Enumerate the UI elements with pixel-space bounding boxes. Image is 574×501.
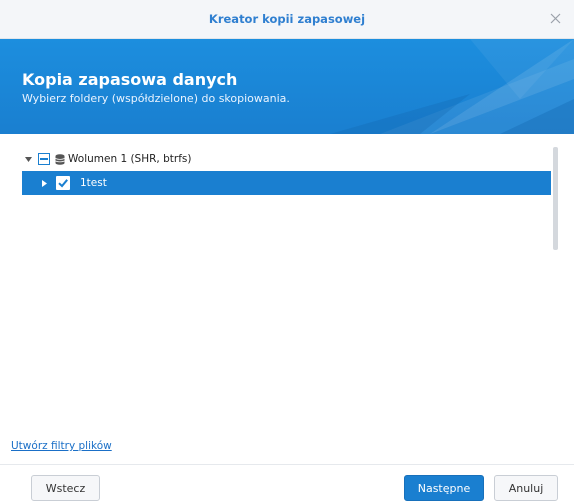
banner-title: Kopia zapasowa danych xyxy=(22,70,238,89)
cancel-button[interactable]: Anuluj xyxy=(494,475,558,501)
close-button[interactable] xyxy=(546,9,564,27)
title-bar: Kreator kopii zapasowej xyxy=(0,0,574,39)
banner-subtitle: Wybierz foldery (współdzielone) do skopi… xyxy=(22,92,290,105)
footer-divider xyxy=(0,464,574,465)
collapse-arrow-icon[interactable] xyxy=(22,147,34,171)
folder-checkbox[interactable] xyxy=(56,176,70,190)
checkmark-icon xyxy=(58,179,68,188)
expand-arrow-icon[interactable] xyxy=(38,171,50,195)
header-banner: Kopia zapasowa danych Wybierz foldery (w… xyxy=(0,39,574,134)
close-icon xyxy=(550,13,560,23)
scrollbar[interactable] xyxy=(553,147,558,250)
back-button[interactable]: Wstecz xyxy=(31,475,100,501)
tree-row-folder[interactable]: 1test xyxy=(22,171,551,195)
next-button[interactable]: Następne xyxy=(404,475,484,501)
tree-row-volume[interactable]: Wolumen 1 (SHR, btrfs) xyxy=(22,147,551,171)
folder-tree: Wolumen 1 (SHR, btrfs) 1test xyxy=(22,147,551,195)
window-title: Kreator kopii zapasowej xyxy=(208,12,366,26)
folder-label: 1test xyxy=(80,177,107,189)
database-icon xyxy=(55,153,65,165)
create-file-filters-link[interactable]: Utwórz filtry plików xyxy=(11,440,112,452)
volume-label: Wolumen 1 (SHR, btrfs) xyxy=(68,153,192,165)
volume-checkbox[interactable] xyxy=(38,153,50,165)
